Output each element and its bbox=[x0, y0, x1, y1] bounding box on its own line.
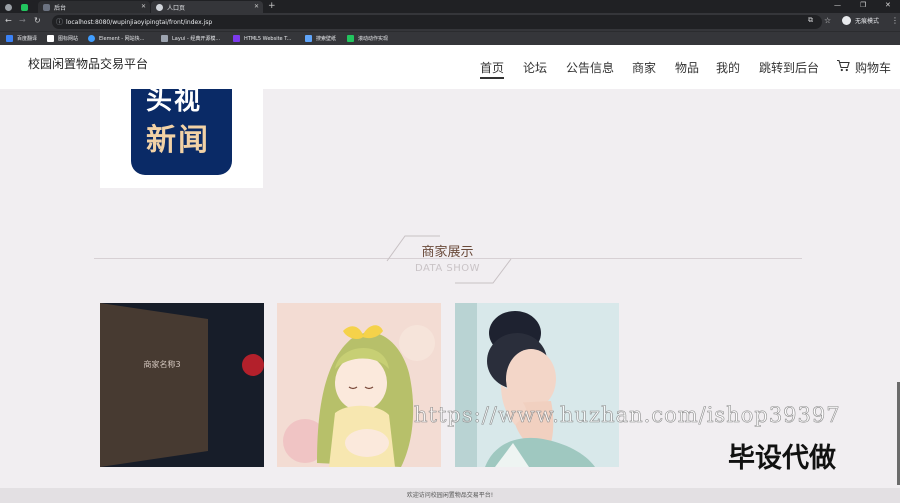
bookmark-item[interactable]: 搜索壁纸 bbox=[305, 35, 336, 42]
translate-icon[interactable]: ⧉ bbox=[808, 16, 813, 25]
cart-icon[interactable] bbox=[836, 59, 850, 72]
site-footer: 欢迎访问校园闲置物品交易平台! bbox=[0, 488, 900, 503]
tab-entry[interactable]: 人口页 ✕ bbox=[151, 1, 263, 13]
bookmark-item[interactable]: Element - 网站快... bbox=[88, 35, 144, 42]
bookmark-label: 滚动动作实现 bbox=[358, 36, 389, 42]
bookmark-item[interactable]: 百度翻译 bbox=[6, 35, 37, 42]
watermark-text: 毕设代做 bbox=[728, 443, 836, 474]
news-logo-line1: 头视 bbox=[146, 86, 203, 116]
section-subtitle: DATA SHOW bbox=[414, 263, 481, 274]
site-brand[interactable]: 校园闲置物品交易平台 bbox=[28, 55, 148, 72]
browser-tab-bar: 后台 ✕ 人口页 ✕ + — ❐ ✕ bbox=[0, 0, 900, 13]
bookmark-item[interactable]: 滚动动作实现 bbox=[347, 35, 388, 42]
back-icon[interactable]: ← bbox=[5, 16, 12, 25]
nav-home[interactable]: 首页 bbox=[480, 59, 505, 79]
news-logo-line2: 新闻 bbox=[146, 123, 210, 158]
bookmark-label: 图标网站 bbox=[58, 36, 79, 42]
bookmark-icon bbox=[47, 35, 54, 42]
news-card[interactable]: 头视 新闻 bbox=[100, 86, 263, 188]
bookmark-label: 百度翻译 bbox=[17, 36, 38, 42]
chrome-icon bbox=[5, 3, 12, 11]
news-logo: 头视 新闻 bbox=[131, 86, 232, 175]
nav-announcements[interactable]: 公告信息 bbox=[566, 59, 614, 76]
bookmark-item[interactable]: 图标网站 bbox=[47, 35, 78, 42]
menu-icon[interactable]: ⋮ bbox=[891, 16, 899, 25]
new-tab-icon[interactable]: + bbox=[268, 1, 276, 11]
section-title: 商家展示 bbox=[421, 245, 474, 260]
bookmark-label: HTML5 Website T... bbox=[244, 35, 292, 42]
close-icon[interactable]: ✕ bbox=[254, 3, 259, 10]
merchant-image bbox=[455, 303, 619, 467]
site-header: 校园闲置物品交易平台 首页 论坛 公告信息 商家 物品 我的 跳转到后台 购物车 bbox=[0, 45, 900, 89]
tab-label: 后台 bbox=[54, 4, 67, 12]
bookmark-icon bbox=[305, 35, 312, 42]
merchant-image bbox=[277, 303, 441, 467]
close-icon[interactable]: ✕ bbox=[141, 3, 146, 10]
bookmark-icon bbox=[161, 35, 168, 42]
url-input[interactable] bbox=[66, 16, 806, 28]
nav-my[interactable]: 我的 bbox=[716, 59, 740, 76]
merchant-card[interactable] bbox=[277, 303, 441, 467]
tab-favicon bbox=[43, 3, 50, 11]
bookmark-label: Element - 网站快... bbox=[99, 36, 145, 42]
bookmark-item[interactable]: HTML5 Website T... bbox=[233, 35, 291, 42]
nav-forum[interactable]: 论坛 bbox=[523, 59, 547, 76]
incognito-label: 无痕模式 bbox=[855, 18, 880, 25]
bookmark-icon bbox=[233, 35, 240, 42]
star-icon[interactable]: ☆ bbox=[824, 16, 831, 25]
bookmark-icon bbox=[347, 35, 354, 42]
bookmark-label: 搜索壁纸 bbox=[316, 36, 337, 42]
nav-admin[interactable]: 跳转到后台 bbox=[759, 59, 819, 76]
merchant-name: 商家名称3 bbox=[143, 360, 181, 369]
maximize-icon[interactable]: ❐ bbox=[860, 1, 866, 9]
nav-cart[interactable]: 购物车 bbox=[855, 59, 891, 76]
window-close-icon[interactable]: ✕ bbox=[885, 1, 891, 9]
pinned-tab-icon bbox=[21, 3, 28, 11]
merchant-image bbox=[100, 303, 208, 467]
globe-icon bbox=[156, 3, 163, 11]
bookmark-icon bbox=[88, 35, 95, 42]
tab-admin[interactable]: 后台 ✕ bbox=[38, 1, 150, 13]
bookmark-item[interactable]: Layui - 经典开源模... bbox=[161, 35, 220, 42]
minimize-icon[interactable]: — bbox=[834, 1, 841, 9]
bookmarks-bar: 百度翻译 图标网站 Element - 网站快... Layui - 经典开源模… bbox=[0, 31, 900, 45]
cursor-indicator bbox=[242, 354, 264, 376]
bookmark-label: Layui - 经典开源模... bbox=[172, 36, 221, 42]
forward-icon[interactable]: → bbox=[19, 16, 26, 25]
merchant-card[interactable] bbox=[455, 303, 619, 467]
bookmark-icon bbox=[6, 35, 13, 42]
browser-toolbar: ← → ↻ ⓘ ⧉ ☆ 无痕模式 ⋮ bbox=[0, 13, 900, 31]
tab-label: 人口页 bbox=[167, 4, 186, 12]
nav-items[interactable]: 物品 bbox=[675, 59, 699, 76]
address-bar[interactable]: ⓘ bbox=[52, 15, 822, 29]
nav-merchants[interactable]: 商家 bbox=[632, 59, 656, 76]
incognito-icon bbox=[842, 16, 851, 25]
tab-group[interactable] bbox=[0, 1, 36, 13]
info-icon: ⓘ bbox=[56, 18, 63, 26]
reload-icon[interactable]: ↻ bbox=[34, 16, 41, 25]
merchant-card[interactable]: 商家名称3 bbox=[100, 303, 264, 467]
watermark-url: https://www.huzhan.com/ishop39397 bbox=[414, 403, 841, 428]
incognito-indicator[interactable]: 无痕模式 bbox=[842, 16, 879, 25]
